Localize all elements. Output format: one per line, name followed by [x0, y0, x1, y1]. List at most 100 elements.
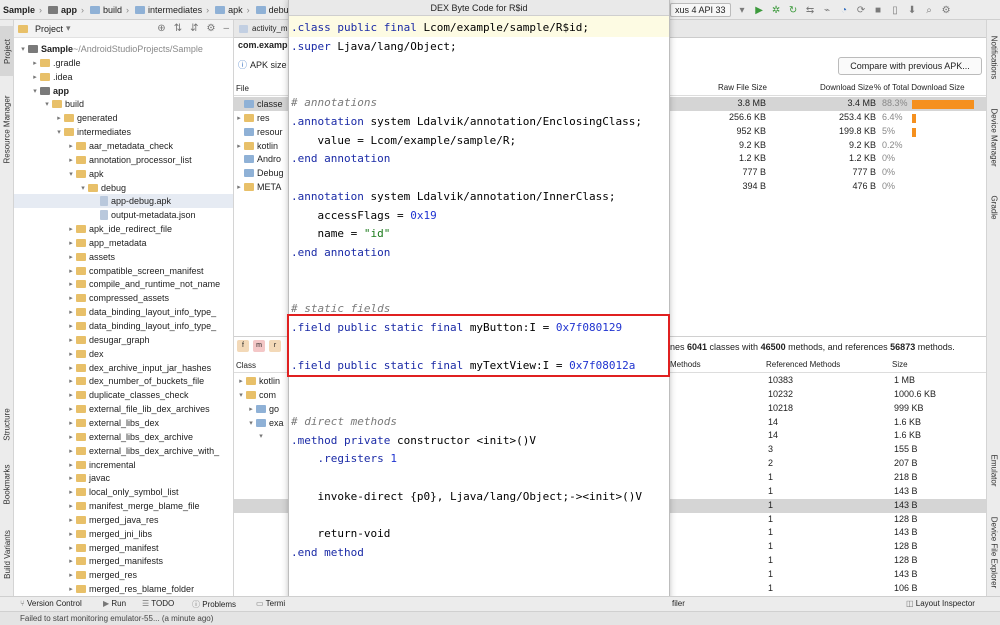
tree-item[interactable]: ▾ Sample ~/AndroidStudioProjects/Sample	[14, 42, 233, 56]
chevron-down-icon[interactable]: ▾	[18, 45, 28, 53]
tree-item[interactable]: ▾ build	[14, 97, 233, 111]
class-row[interactable]: ▾ com	[234, 388, 290, 402]
breadcrumb-intermediates[interactable]: intermediates ›	[132, 5, 212, 15]
device-manager-tool-tab[interactable]: Device Manager	[987, 98, 1000, 176]
chevron-right-icon[interactable]: ▸	[66, 502, 76, 510]
method-row[interactable]: 2 207 B	[670, 457, 986, 471]
tree-item[interactable]: ▸ dex	[14, 347, 233, 361]
class-row[interactable]	[234, 554, 290, 568]
tree-item[interactable]: ▸ data_binding_layout_info_type_	[14, 305, 233, 319]
tree-item[interactable]: app-debug.apk	[14, 194, 233, 209]
sdk-manager-icon[interactable]: ⬇	[907, 5, 918, 16]
file-column-header[interactable]: File	[234, 82, 290, 96]
chevron-right-icon[interactable]: ▸	[54, 114, 64, 122]
method-row[interactable]: 1 143 B	[670, 498, 986, 513]
apply-changes-icon[interactable]: ↻	[788, 5, 799, 16]
method-row[interactable]: 1 143 B	[670, 526, 986, 540]
tree-item[interactable]: ▸ manifest_merge_blame_file	[14, 499, 233, 513]
filter-fields-icon[interactable]: f	[237, 340, 249, 352]
chevron-right-icon[interactable]: ▸	[66, 530, 76, 538]
method-row[interactable]: 14 1.6 KB	[670, 416, 986, 430]
filter-references-icon[interactable]: r	[269, 340, 281, 352]
tree-item[interactable]: ▸ external_libs_dex	[14, 416, 233, 430]
tree-item[interactable]: ▸ assets	[14, 250, 233, 264]
tree-item[interactable]: ▸ merged_jni_libs	[14, 527, 233, 541]
chevron-down-icon[interactable]: ▾	[236, 391, 246, 399]
sync-icon[interactable]: ⟳	[856, 5, 867, 16]
build-variants-tool-tab[interactable]: Build Variants	[0, 522, 14, 586]
method-row[interactable]: 1 128 B	[670, 513, 986, 527]
chevron-down-icon[interactable]: ▾	[737, 5, 748, 16]
chevron-right-icon[interactable]: ▸	[66, 225, 76, 233]
tree-item[interactable]: ▸ merged_res	[14, 568, 233, 582]
tree-item[interactable]: ▸ .gradle	[14, 56, 233, 70]
debug-icon[interactable]: ✲	[771, 5, 782, 16]
tree-item[interactable]: ▸ compressed_assets	[14, 291, 233, 305]
profile-icon[interactable]: ◔	[839, 5, 850, 16]
method-row[interactable]: 1 218 B	[670, 471, 986, 485]
chevron-right-icon[interactable]: ▸	[234, 183, 244, 191]
tree-item[interactable]: ▸ dex_archive_input_jar_hashes	[14, 361, 233, 375]
profiler-tab[interactable]: filer	[672, 599, 685, 608]
chevron-down-icon[interactable]: ▾	[78, 184, 88, 192]
class-row[interactable]	[234, 513, 290, 527]
tree-item[interactable]: ▸ external_file_lib_dex_archives	[14, 402, 233, 416]
referenced-methods-header[interactable]: Referenced Methods	[766, 360, 840, 369]
tree-item[interactable]: ▾ intermediates	[14, 125, 233, 139]
run-icon[interactable]: ▶	[754, 5, 765, 16]
locate-icon[interactable]: ⊕	[157, 23, 165, 34]
layout-inspector-tab[interactable]: ◫ Layout Inspector	[906, 599, 975, 608]
class-row[interactable]	[234, 582, 290, 596]
tree-item[interactable]: ▸ local_only_symbol_list	[14, 485, 233, 499]
chevron-right-icon[interactable]: ▸	[66, 294, 76, 302]
chevron-right-icon[interactable]: ▸	[30, 73, 40, 81]
tree-item[interactable]: output-metadata.json	[14, 208, 233, 222]
chevron-down-icon[interactable]: ▾	[246, 419, 256, 427]
method-row[interactable]: 14 1.6 KB	[670, 429, 986, 443]
tree-item[interactable]: ▸ annotation_processor_list	[14, 153, 233, 167]
chevron-right-icon[interactable]: ▸	[66, 364, 76, 372]
method-row[interactable]: 10383 1 MB	[670, 374, 986, 388]
tree-item[interactable]: ▸ merged_manifests	[14, 554, 233, 568]
class-row[interactable]: ▾ exa	[234, 416, 290, 430]
tree-item[interactable]: ▸ dex_number_of_buckets_file	[14, 374, 233, 388]
chevron-right-icon[interactable]: ▸	[66, 447, 76, 455]
tree-item[interactable]: ▾ apk	[14, 167, 233, 181]
tree-item[interactable]: ▸ generated	[14, 111, 233, 125]
attach-debugger-icon[interactable]: ⌁	[822, 5, 833, 16]
run-tab[interactable]: ▶ Run	[103, 599, 126, 608]
chevron-right-icon[interactable]: ▸	[234, 114, 244, 122]
status-message[interactable]: Failed to start monitoring emulator-55..…	[20, 614, 213, 623]
stop-icon[interactable]: ■	[873, 5, 884, 16]
tree-item[interactable]: ▸ incremental	[14, 458, 233, 472]
class-row[interactable]	[234, 443, 290, 457]
chevron-down-icon[interactable]: ▾	[66, 170, 76, 178]
chevron-down-icon[interactable]: ▾	[66, 23, 71, 34]
filter-methods-icon[interactable]: m	[253, 340, 265, 352]
chevron-right-icon[interactable]: ▸	[66, 156, 76, 164]
chevron-right-icon[interactable]: ▸	[66, 350, 76, 358]
settings-icon[interactable]: ⚙	[941, 5, 952, 16]
raw-size-header[interactable]: Raw File Size	[718, 83, 767, 92]
tree-item[interactable]: ▸ apk_ide_redirect_file	[14, 222, 233, 236]
method-row[interactable]: 10232 1000.6 KB	[670, 388, 986, 402]
device-selector[interactable]: xus 4 API 33	[670, 3, 731, 17]
chevron-right-icon[interactable]: ▸	[66, 474, 76, 482]
resource-manager-tool-tab[interactable]: Resource Manager	[0, 84, 14, 174]
tree-item[interactable]: ▸ javac	[14, 471, 233, 485]
terminal-tab[interactable]: ▭ Termi	[256, 599, 285, 608]
tree-item[interactable]: ▸ .idea	[14, 70, 233, 84]
class-row[interactable]	[234, 540, 290, 554]
tree-item[interactable]: ▸ external_libs_dex_archive	[14, 430, 233, 444]
chevron-right-icon[interactable]: ▸	[66, 142, 76, 150]
chevron-right-icon[interactable]: ▸	[66, 253, 76, 261]
file-row[interactable]: classe	[234, 97, 290, 111]
breadcrumb-project[interactable]: Sample ›	[0, 5, 45, 15]
tree-item[interactable]: ▸ app_metadata	[14, 236, 233, 250]
methods-header[interactable]: Methods	[670, 360, 701, 369]
percent-header[interactable]: % of Total Download Size	[874, 83, 965, 92]
class-row[interactable]	[234, 498, 290, 513]
chevron-down-icon[interactable]: ▾	[256, 432, 266, 440]
chevron-right-icon[interactable]: ▸	[66, 557, 76, 565]
size-row[interactable]: 394 B 476 B 0%	[670, 180, 986, 194]
